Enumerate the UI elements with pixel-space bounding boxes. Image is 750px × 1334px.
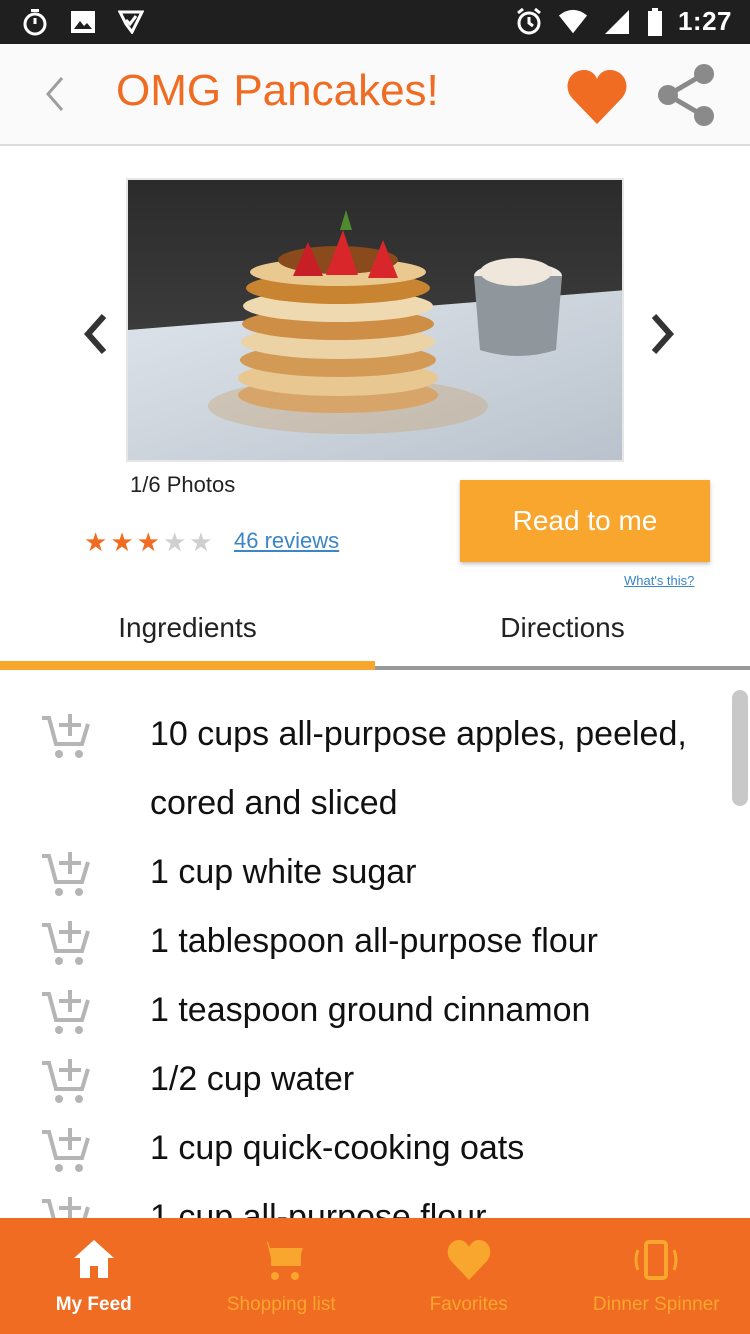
ingredient-text: 1 teaspoon ground cinnamon — [150, 991, 591, 1029]
tab-ingredients[interactable]: Ingredients — [0, 612, 375, 670]
image-icon — [68, 7, 98, 37]
star-empty-icon: ★ — [189, 527, 213, 557]
ingredient-text: 1/2 cup water — [150, 1060, 355, 1098]
ingredient-text: 1 cup all-purpose flour — [150, 1198, 487, 1218]
share-icon — [654, 64, 720, 132]
list-item: 10 cups all-purpose apples, peeled, core… — [0, 700, 750, 838]
add-to-cart-icon[interactable] — [40, 1193, 92, 1218]
add-to-cart-icon[interactable] — [40, 1055, 92, 1105]
nav-label: My Feed — [55, 1294, 132, 1315]
list-item: 1 cup all-purpose flour — [0, 1183, 750, 1218]
favorite-button[interactable] — [564, 64, 630, 130]
scrollbar[interactable] — [732, 690, 748, 806]
add-to-cart-icon[interactable] — [40, 917, 92, 967]
list-item: 1 teaspoon ground cinnamon — [0, 976, 750, 1045]
ingredient-text: 1 cup quick-cooking oats — [150, 1129, 525, 1167]
ingredient-list: 10 cups all-purpose apples, peeled, core… — [0, 700, 750, 1218]
add-to-cart-icon[interactable] — [40, 1124, 92, 1174]
tab-directions[interactable]: Directions — [375, 612, 750, 670]
list-item: 1 cup quick-cooking oats — [0, 1114, 750, 1183]
add-to-cart-icon[interactable] — [40, 710, 92, 760]
chevron-right-icon — [640, 314, 684, 366]
nav-dinner-spinner[interactable]: Dinner Spinner — [563, 1218, 750, 1334]
whats-this-link[interactable]: What's this? — [624, 573, 694, 588]
battery-icon — [646, 7, 664, 37]
status-time: 1:27 — [677, 6, 732, 36]
add-to-cart-icon[interactable] — [40, 986, 92, 1036]
nav-label: Favorites — [429, 1294, 508, 1315]
chevron-left-icon — [44, 74, 66, 119]
nav-shopping-list[interactable]: Shopping list — [188, 1218, 376, 1334]
nav-favorites[interactable]: Favorites — [375, 1218, 563, 1334]
phone-shake-icon — [632, 1236, 680, 1284]
check-ticket-icon — [116, 7, 146, 37]
previous-photo-button[interactable] — [74, 306, 118, 362]
recipe-photo[interactable] — [126, 178, 624, 462]
add-to-cart-icon[interactable] — [40, 848, 92, 898]
heart-icon — [445, 1236, 493, 1284]
star-icon: ★ — [84, 527, 108, 557]
reviews-link[interactable]: 46 reviews — [234, 528, 339, 554]
cart-icon — [257, 1236, 305, 1284]
timer-icon — [20, 7, 50, 37]
ingredient-text: 1 tablespoon all-purpose flour — [150, 922, 598, 960]
nav-label: Shopping list — [226, 1294, 336, 1315]
list-item: 1 tablespoon all-purpose flour — [0, 907, 750, 976]
nav-my-feed[interactable]: My Feed — [0, 1218, 188, 1334]
signal-icon — [602, 7, 632, 37]
star-empty-icon: ★ — [162, 527, 187, 557]
page-title: OMG Pancakes! — [116, 66, 439, 115]
list-item: 1/2 cup water — [0, 1045, 750, 1114]
heart-icon — [564, 70, 630, 134]
home-icon — [70, 1236, 118, 1284]
share-button[interactable] — [654, 62, 720, 128]
ingredient-text: 1 cup white sugar — [150, 853, 417, 891]
status-bar: 1:27 — [0, 0, 750, 44]
nav-label: Dinner Spinner — [592, 1294, 720, 1315]
next-photo-button[interactable] — [640, 306, 684, 362]
wifi-icon — [558, 7, 588, 37]
list-item: 1 cup white sugar — [0, 838, 750, 907]
star-icon: ★ — [110, 527, 134, 557]
star-rating: ★ ★ ★ ★ ★ — [84, 528, 213, 556]
alarm-icon — [514, 7, 544, 37]
read-to-me-button[interactable]: Read to me — [460, 480, 710, 562]
ingredient-text: 10 cups all-purpose apples, peeled, core… — [150, 715, 687, 822]
back-button[interactable] — [30, 68, 80, 124]
bottom-nav: My Feed Shopping list Favorites Dinner S… — [0, 1218, 750, 1334]
photo-count: 1/6 Photos — [130, 472, 236, 497]
star-icon: ★ — [136, 527, 160, 557]
chevron-left-icon — [74, 314, 118, 366]
app-header: OMG Pancakes! — [0, 44, 750, 146]
